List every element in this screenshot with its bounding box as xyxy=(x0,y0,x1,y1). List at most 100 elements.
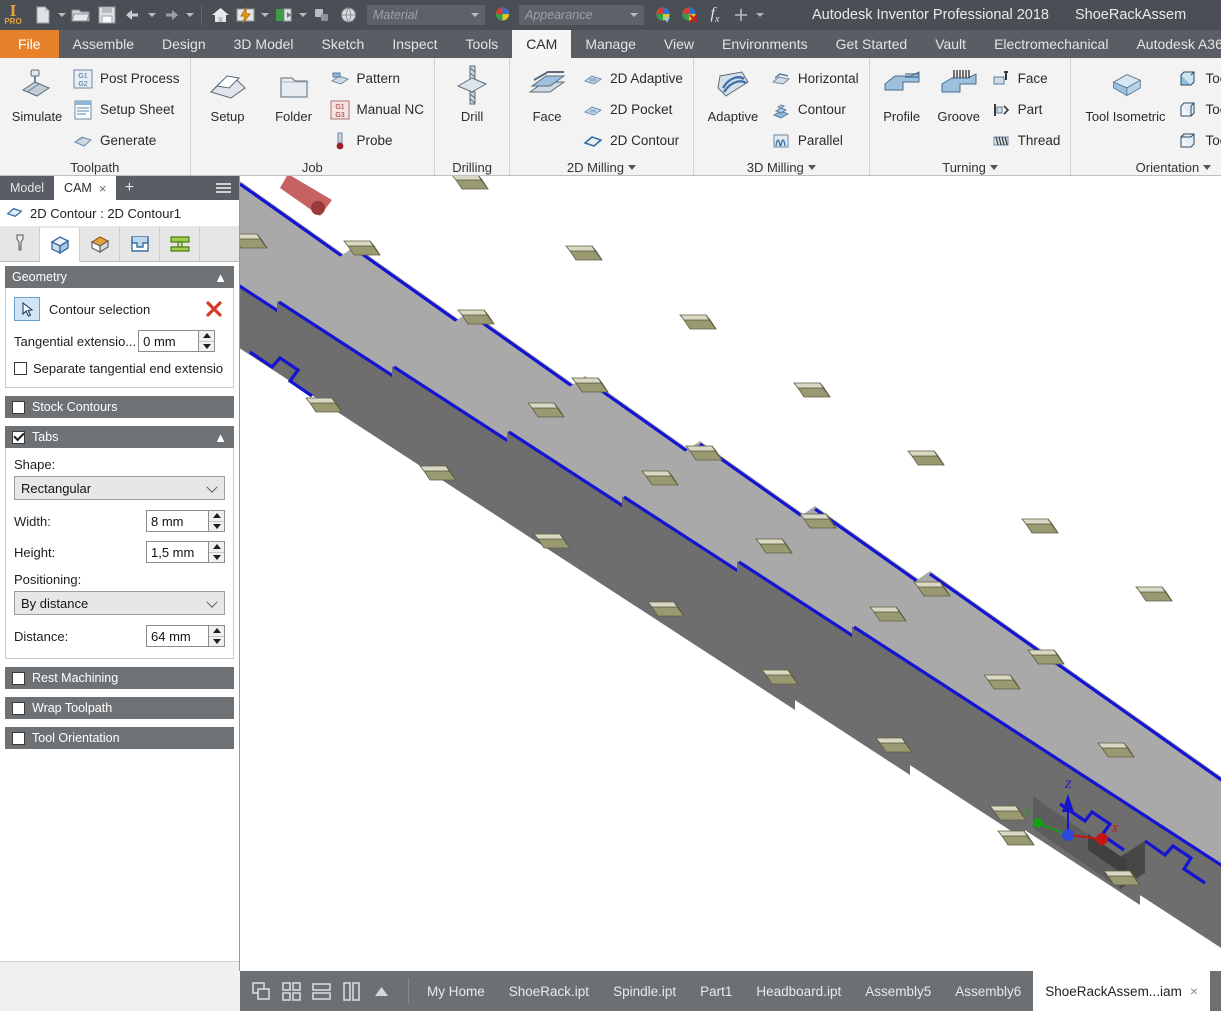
width-stepper[interactable] xyxy=(146,510,225,532)
doc-tab-headboard-ipt[interactable]: Headboard.ipt xyxy=(744,971,853,1011)
tabs-checkbox[interactable] xyxy=(12,430,25,444)
height-input[interactable] xyxy=(146,541,208,563)
turning-thread-button[interactable]: Thread xyxy=(988,125,1067,156)
doc-tab-assembly6[interactable]: Assembly6 xyxy=(943,971,1033,1011)
height-spin-arrows[interactable] xyxy=(208,541,225,563)
group-header-rest-machining[interactable]: Rest Machining xyxy=(5,667,234,689)
adaptive-button[interactable]: Adaptive xyxy=(698,61,768,124)
tool-orientation-checkbox[interactable] xyxy=(12,731,25,745)
simulate-button[interactable]: Simulate xyxy=(4,61,70,124)
contour-selection-button[interactable] xyxy=(14,297,40,321)
update-dropdown[interactable] xyxy=(259,2,271,28)
tangential-spin-arrows[interactable] xyxy=(198,330,216,352)
tile-horizontal-windows-icon[interactable] xyxy=(308,978,334,1004)
linking-tab[interactable] xyxy=(160,227,200,261)
ribbon-tab-3d-model[interactable]: 3D Model xyxy=(220,30,308,58)
group-header-tool-orientation[interactable]: Tool Orientation xyxy=(5,727,234,749)
add-tab-icon[interactable]: + xyxy=(116,176,142,200)
new-document-dropdown[interactable] xyxy=(56,2,68,28)
group-header-tabs[interactable]: Tabs ▲​ xyxy=(5,426,234,448)
globe-icon[interactable] xyxy=(335,2,361,28)
ribbon-tab-tools[interactable]: Tools xyxy=(452,30,513,58)
appearance-combobox[interactable]: Appearance xyxy=(519,5,644,25)
undo-dropdown[interactable] xyxy=(146,2,158,28)
probe-button[interactable]: Probe xyxy=(327,125,431,156)
chevron-up-icon-tabs[interactable]: ▲​ xyxy=(214,431,227,444)
shape-dropdown[interactable]: Rectangular xyxy=(14,476,225,500)
panel-expand-caret-icon-3d[interactable] xyxy=(807,164,816,170)
drill-button[interactable]: Drill xyxy=(439,61,505,124)
doc-tab-spindle-ipt[interactable]: Spindle.ipt xyxy=(601,971,688,1011)
2d-contour-button[interactable]: 2D Contour xyxy=(580,125,689,156)
close-icon-doc[interactable]: × xyxy=(1190,983,1198,999)
tangential-extension-input[interactable] xyxy=(138,330,199,352)
turning-face-button[interactable]: Face xyxy=(988,63,1067,94)
tool-tab[interactable] xyxy=(0,227,40,261)
tile-vertical-windows-icon[interactable] xyxy=(338,978,364,1004)
ribbon-tab-assemble[interactable]: Assemble xyxy=(59,30,148,58)
chevron-up-icon[interactable]: ▲​ xyxy=(214,271,227,284)
folder-button[interactable]: Folder xyxy=(261,61,327,124)
ribbon-tab-vault[interactable]: Vault xyxy=(921,30,980,58)
generate-button[interactable]: Generate xyxy=(70,125,186,156)
horizontal-button[interactable]: Horizontal xyxy=(768,63,865,94)
positioning-dropdown[interactable]: By distance xyxy=(14,591,225,615)
doc-tab-my-home[interactable]: My Home xyxy=(415,971,497,1011)
close-icon[interactable]: × xyxy=(99,181,107,196)
select-objects-icon[interactable] xyxy=(309,2,335,28)
more-caret-icon[interactable] xyxy=(754,2,766,28)
3d-viewport[interactable]: Z X Y xyxy=(240,176,1221,971)
separate-tangential-checkbox[interactable] xyxy=(14,362,27,375)
tool-front-button[interactable]: Tool Front xyxy=(1175,63,1221,94)
clear-appearance-icon[interactable] xyxy=(676,2,702,28)
doc-tab-shoerack-ipt[interactable]: ShoeRack.ipt xyxy=(497,971,601,1011)
save-document-button[interactable] xyxy=(94,2,120,28)
distance-spin-arrows[interactable] xyxy=(208,625,225,647)
doc-tab-assembly5[interactable]: Assembly5 xyxy=(853,971,943,1011)
passes-tab[interactable] xyxy=(120,227,160,261)
cascade-windows-icon[interactable] xyxy=(248,978,274,1004)
distance-input[interactable] xyxy=(146,625,208,647)
ribbon-tab-cam[interactable]: CAM xyxy=(512,30,572,58)
ribbon-tab-view[interactable]: View xyxy=(650,30,708,58)
ribbon-tab-autodesk-a360[interactable]: Autodesk A360 xyxy=(1122,30,1221,58)
tangential-extension-stepper[interactable] xyxy=(138,330,216,352)
ribbon-tab-manage[interactable]: Manage xyxy=(571,30,650,58)
new-document-button[interactable] xyxy=(30,2,56,28)
panel-expand-caret-icon[interactable] xyxy=(628,164,636,170)
browser-menu-icon[interactable] xyxy=(213,176,239,200)
width-input[interactable] xyxy=(146,510,208,532)
pattern-button[interactable]: Pattern xyxy=(327,63,431,94)
ribbon-tab-sketch[interactable]: Sketch xyxy=(308,30,379,58)
operation-settings-scroll[interactable]: Geometry ▲​ Contour selection Tan xyxy=(0,262,239,961)
panel-expand-caret-icon-orientation[interactable] xyxy=(1203,164,1212,170)
ribbon-tab-file[interactable]: File xyxy=(0,30,59,58)
group-header-wrap-toolpath[interactable]: Wrap Toolpath xyxy=(5,697,234,719)
distance-stepper[interactable] xyxy=(146,625,225,647)
lightning-update-icon[interactable] xyxy=(233,2,259,28)
doc-tab-shoerackassem-iam[interactable]: ShoeRackAssem...iam × xyxy=(1033,971,1211,1011)
manual-nc-button[interactable]: G1 G3 Manual NC xyxy=(327,94,431,125)
parallel-button[interactable]: Parallel xyxy=(768,125,865,156)
open-document-button[interactable] xyxy=(68,2,94,28)
expand-up-icon[interactable] xyxy=(368,978,394,1004)
contour-3d-button[interactable]: Contour xyxy=(768,94,865,125)
adjust-appearance-icon[interactable] xyxy=(650,2,676,28)
tile-grid-windows-icon[interactable] xyxy=(278,978,304,1004)
return-green-icon[interactable] xyxy=(271,2,297,28)
tool-isometric-button[interactable]: Tool Isometric xyxy=(1075,61,1175,124)
ribbon-tab-inspect[interactable]: Inspect xyxy=(378,30,451,58)
ribbon-tab-get-started[interactable]: Get Started xyxy=(822,30,922,58)
face-button[interactable]: Face xyxy=(514,61,580,124)
separate-tangential-row[interactable]: Separate tangential end extensio xyxy=(14,361,225,376)
browser-tab-model[interactable]: Model xyxy=(0,176,54,200)
panel-expand-caret-icon-turning[interactable] xyxy=(989,164,998,170)
rest-machining-checkbox[interactable] xyxy=(12,671,25,685)
add-icon[interactable] xyxy=(728,2,754,28)
wrap-toolpath-checkbox[interactable] xyxy=(12,701,25,715)
profile-button[interactable]: Profile xyxy=(874,61,930,124)
2d-pocket-button[interactable]: 2D Pocket xyxy=(580,94,689,125)
height-stepper[interactable] xyxy=(146,541,225,563)
ribbon-tab-design[interactable]: Design xyxy=(148,30,220,58)
ribbon-tab-electromechanical[interactable]: Electromechanical xyxy=(980,30,1122,58)
